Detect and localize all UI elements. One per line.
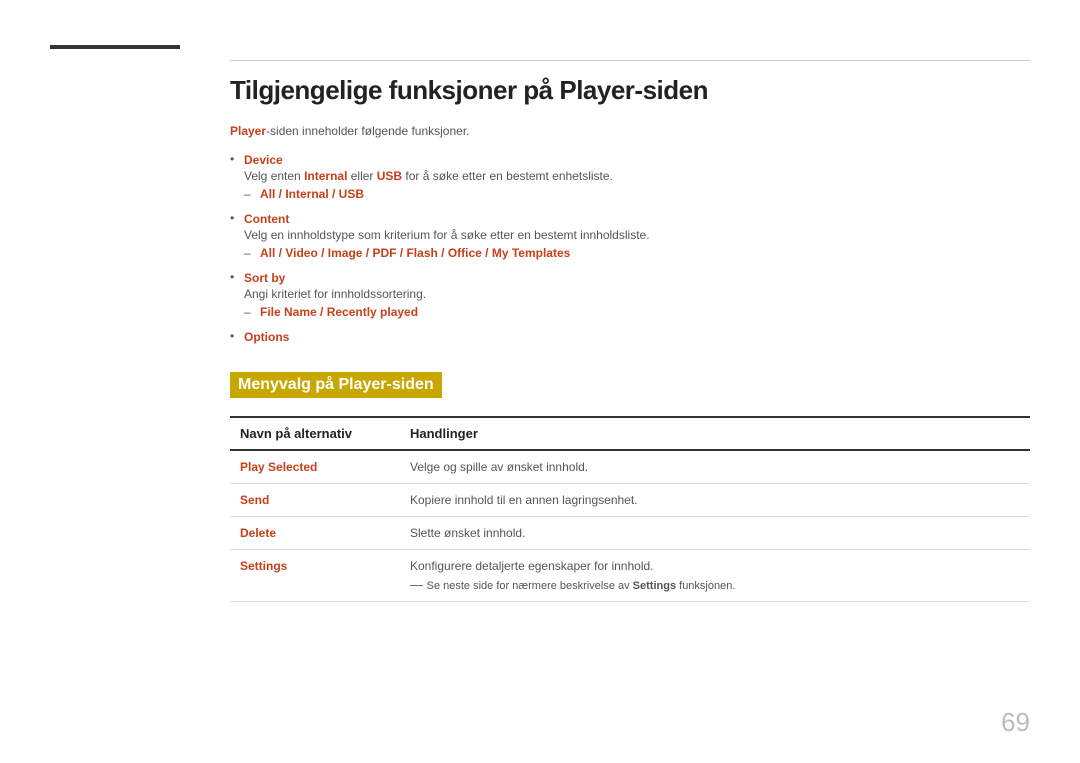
device-desc-after: for å søke etter en bestemt enhetsliste. <box>402 169 613 183</box>
content-sub-item: All / Video / Image / PDF / Flash / Offi… <box>244 246 1030 260</box>
settings-note: — Se neste side for nærmere beskrivelse … <box>410 577 1020 592</box>
sortby-sub-text: File Name / Recently played <box>260 305 418 319</box>
list-item-device: Device Velg enten Internal eller USB for… <box>230 152 1030 201</box>
col1-header: Navn på alternativ <box>230 417 400 450</box>
list-item-options: Options <box>230 329 1030 344</box>
device-desc: Velg enten Internal eller USB for å søke… <box>244 169 1030 183</box>
settings-desc: Konfigurere detaljerte egenskaper for in… <box>410 559 654 573</box>
settings-note-prefix: Se neste side for nærmere beskrivelse av <box>427 580 633 592</box>
content-label: Content <box>244 212 289 226</box>
table-row: Settings Konfigurere detaljerte egenskap… <box>230 550 1030 602</box>
sortby-sub-item: File Name / Recently played <box>244 305 1030 319</box>
col2-header: Handlinger <box>400 417 1030 450</box>
sortby-desc: Angi kriteriet for innholdssortering. <box>244 287 1030 301</box>
table-header-row: Navn på alternativ Handlinger <box>230 417 1030 450</box>
device-desc-before: Velg enten <box>244 169 304 183</box>
intro-highlight: Player <box>230 124 266 138</box>
top-divider-line <box>230 60 1030 61</box>
content-desc-text: Velg en innholdstype som kriterium for å… <box>244 228 650 242</box>
row-desc-send: Kopiere innhold til en annen lagringsenh… <box>400 484 1030 517</box>
device-sub-item: All / Internal / USB <box>244 187 1030 201</box>
row-name-settings: Settings <box>230 550 400 602</box>
row-desc-delete: Slette ønsket innhold. <box>400 517 1030 550</box>
row-name-send: Send <box>230 484 400 517</box>
device-desc-h1: Internal <box>304 169 347 183</box>
row-name-delete: Delete <box>230 517 400 550</box>
intro-text: -siden inneholder følgende funksjoner. <box>266 124 469 138</box>
list-item-content: Content Velg en innholdstype som kriteri… <box>230 211 1030 260</box>
row-name-play-selected: Play Selected <box>230 450 400 484</box>
settings-note-dash: — <box>410 577 427 592</box>
content-desc: Velg en innholdstype som kriterium for å… <box>244 228 1030 242</box>
section-heading: Menyvalg på Player-siden <box>230 372 442 398</box>
intro-paragraph: Player-siden inneholder følgende funksjo… <box>230 124 1030 138</box>
table-row: Send Kopiere innhold til en annen lagrin… <box>230 484 1030 517</box>
row-desc-play-selected: Velge og spille av ønsket innhold. <box>400 450 1030 484</box>
row-desc-settings: Konfigurere detaljerte egenskaper for in… <box>400 550 1030 602</box>
page-container: Tilgjengelige funksjoner på Player-siden… <box>0 0 1080 763</box>
device-label: Device <box>244 153 283 167</box>
menu-table: Navn på alternativ Handlinger Play Selec… <box>230 416 1030 602</box>
list-item-sortby: Sort by Angi kriteriet for innholdssorte… <box>230 270 1030 319</box>
content-sub-text: All / Video / Image / PDF / Flash / Offi… <box>260 246 570 260</box>
sortby-desc-text: Angi kriteriet for innholdssortering. <box>244 287 426 301</box>
device-desc-h2: USB <box>377 169 402 183</box>
page-number: 69 <box>1001 707 1030 738</box>
main-content: Tilgjengelige funksjoner på Player-siden… <box>230 75 1030 602</box>
settings-note-suffix: funksjonen. <box>676 580 735 592</box>
sortby-label: Sort by <box>244 271 285 285</box>
table-row: Delete Slette ønsket innhold. <box>230 517 1030 550</box>
left-accent-bar <box>50 45 180 49</box>
features-list: Device Velg enten Internal eller USB for… <box>230 152 1030 344</box>
page-title: Tilgjengelige funksjoner på Player-siden <box>230 75 1030 106</box>
settings-note-highlight: Settings <box>633 580 676 592</box>
device-desc-mid: eller <box>347 169 376 183</box>
options-label: Options <box>244 330 289 344</box>
table-row: Play Selected Velge og spille av ønsket … <box>230 450 1030 484</box>
device-sub-text: All / Internal / USB <box>260 187 364 201</box>
